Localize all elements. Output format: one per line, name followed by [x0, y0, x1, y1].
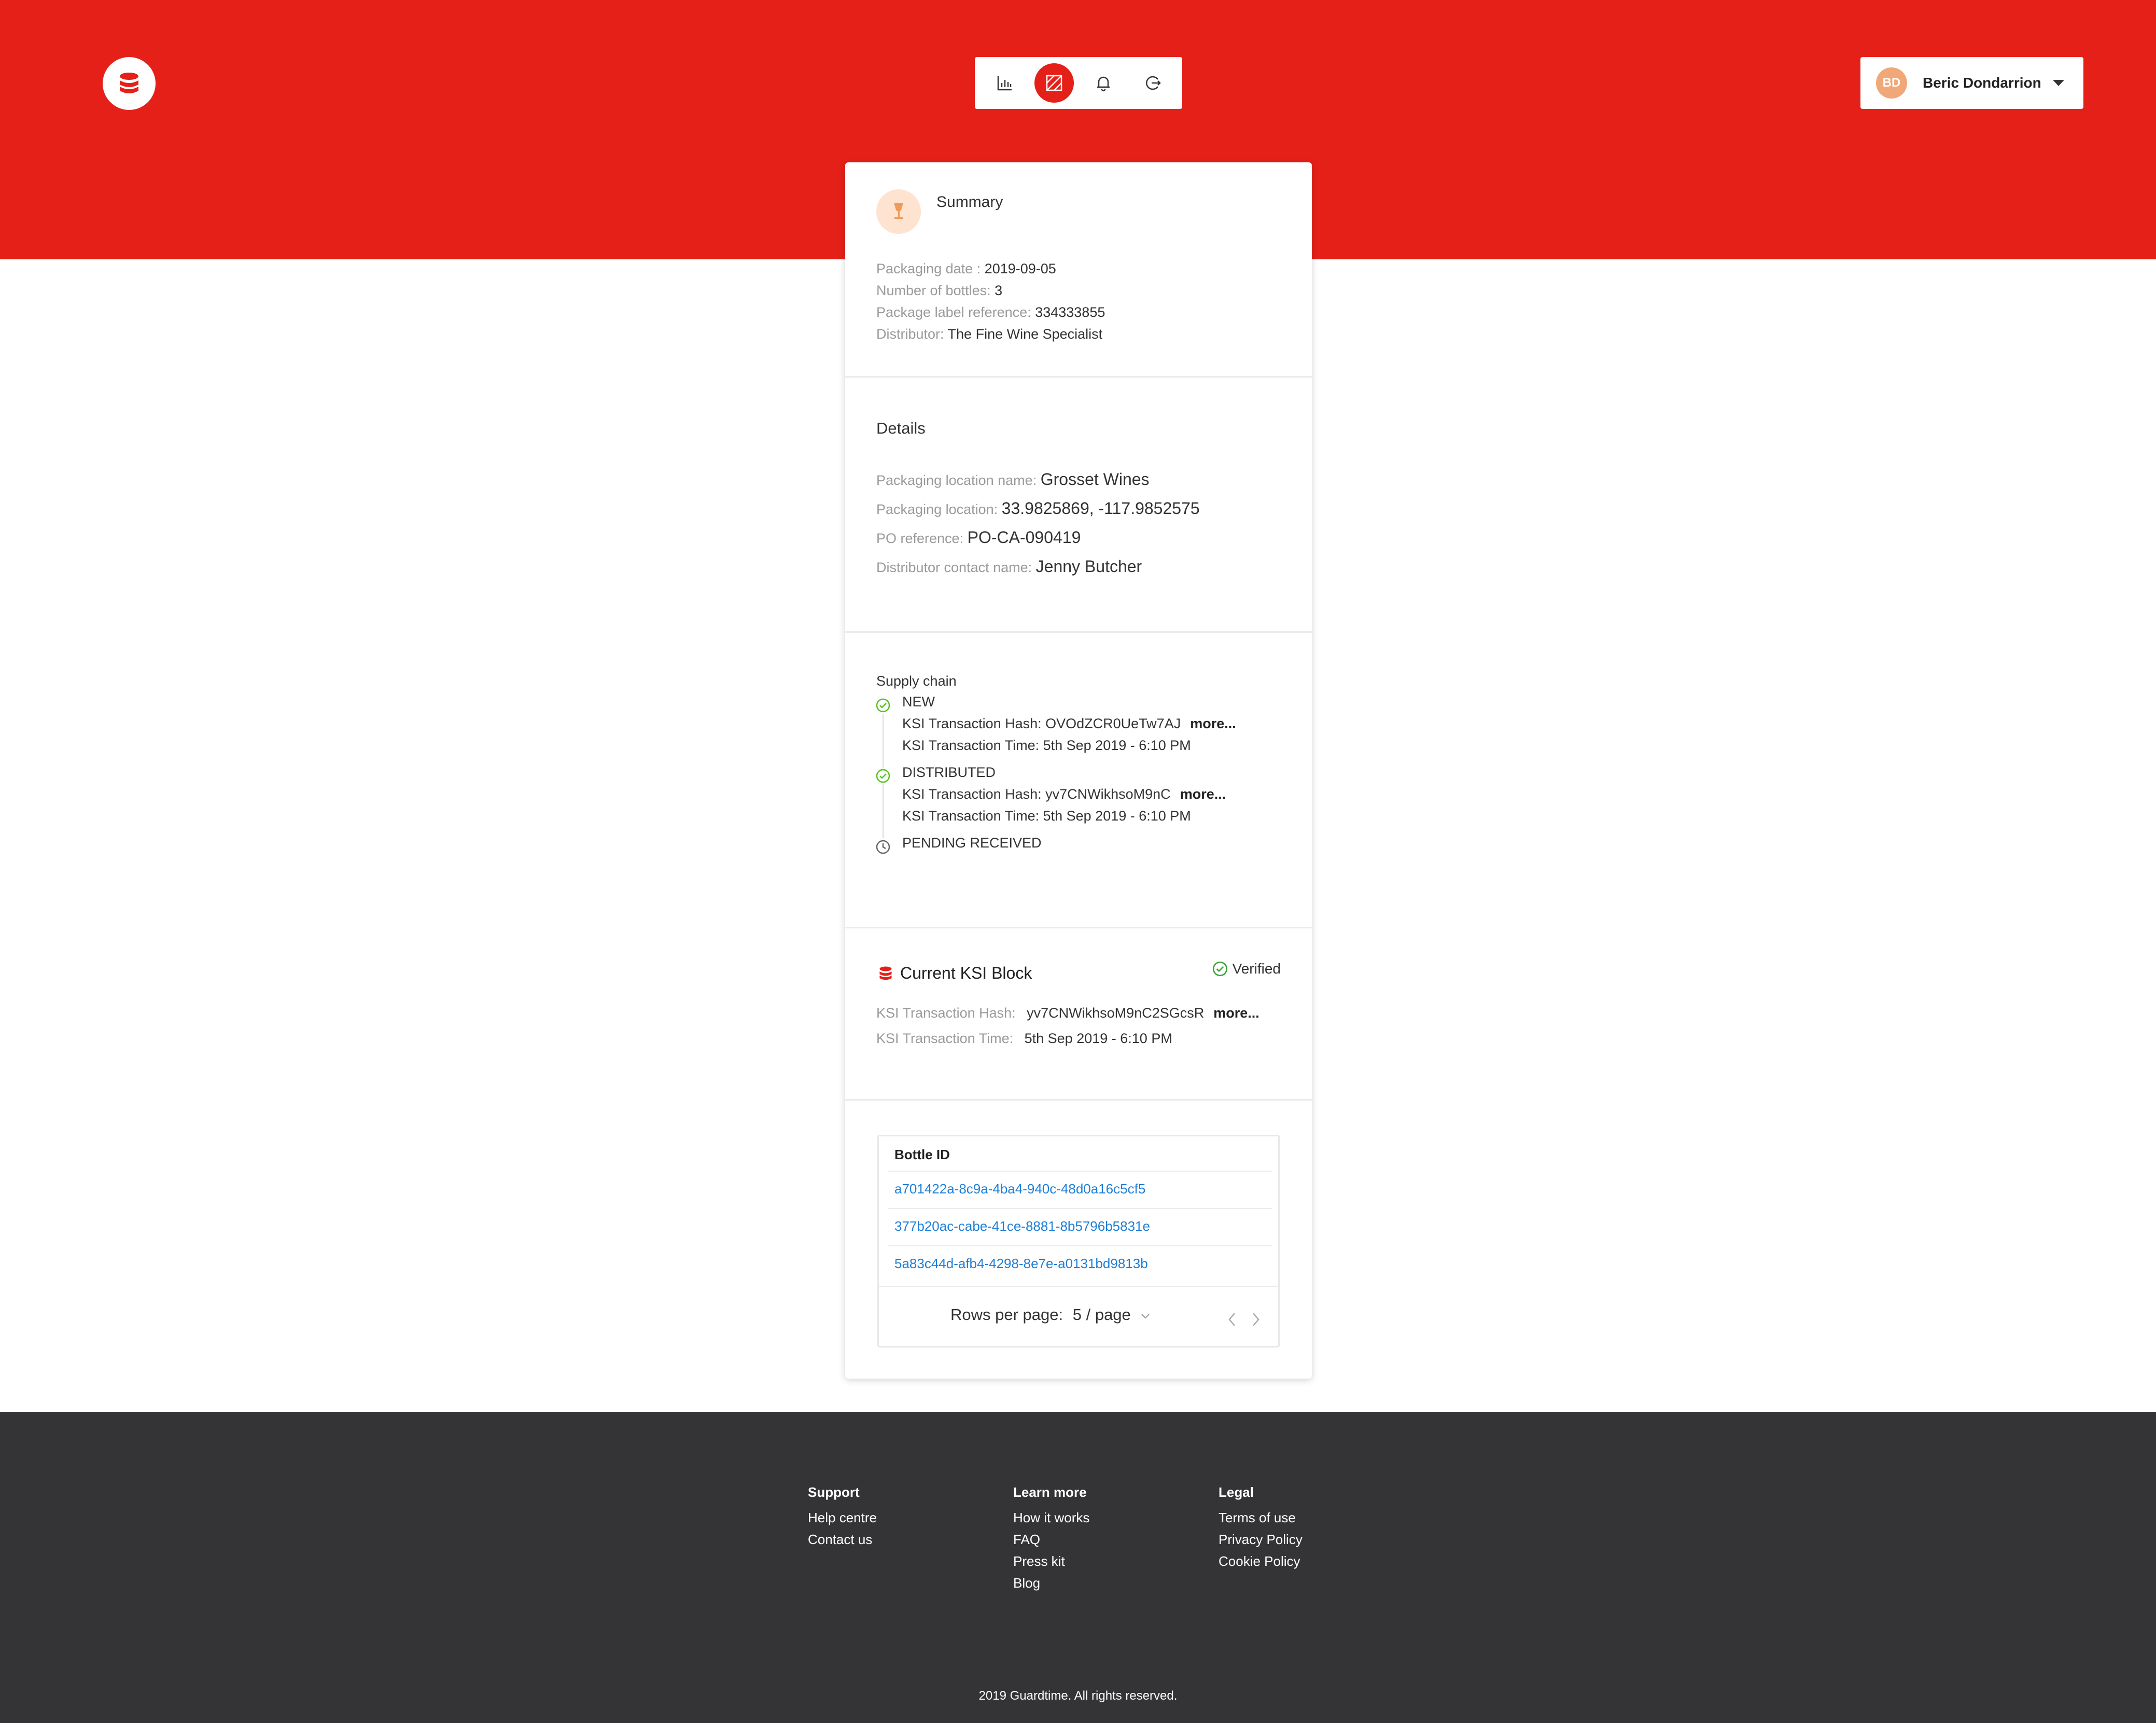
clock-icon [876, 840, 890, 854]
analytics-icon [997, 76, 1012, 91]
timeline-connector [883, 714, 884, 768]
step-hash-row: KSI Transaction Hash: yv7CNWikhsoM9nC mor… [902, 786, 1226, 802]
bottle-id-link[interactable]: a701422a-8c9a-4ba4-940c-48d0a16c5cf5 [894, 1181, 1145, 1197]
user-menu-dropdown[interactable]: BD Beric Dondarrion [1860, 57, 2083, 109]
step-status: NEW [902, 694, 935, 710]
supply-chain-title: Supply chain [876, 673, 957, 689]
rows-per-page-select[interactable]: Rows per page: 5 / page [950, 1305, 1151, 1324]
step-time: KSI Transaction Time: 5th Sep 2019 - 6:1… [902, 738, 1191, 753]
ksi-hash-row: KSI Transaction Hash: yv7CNWikhsoM9nC2SG… [876, 1005, 1259, 1021]
step-hash-row: KSI Transaction Hash: OVOdZCR0UeTw7AJ mor… [902, 716, 1236, 731]
table-pagination: Rows per page: 5 / page [879, 1286, 1278, 1344]
nav-notifications-button[interactable] [1084, 63, 1123, 103]
summary-section: Summary Packaging date : 2019-09-05 Numb… [845, 162, 1312, 378]
check-circle-icon [876, 769, 890, 783]
caret-down-icon [2052, 80, 2064, 86]
check-circle-icon [876, 698, 890, 713]
user-name: Beric Dondarrion [1923, 75, 2041, 91]
footer-link[interactable]: Terms of use [1219, 1507, 1303, 1529]
verified-badge: Verified [1212, 961, 1281, 977]
step-status: DISTRIBUTED [902, 765, 996, 780]
bottle-id-link[interactable]: 5a83c44d-afb4-4298-8e7e-a0131bd9813b [894, 1256, 1148, 1272]
package-icon [1046, 75, 1062, 91]
nav-analytics-button[interactable] [985, 63, 1025, 103]
ksi-logo-icon [879, 966, 892, 980]
details-section: Details Packaging location name: Grosset… [845, 378, 1312, 633]
logout-icon [1145, 76, 1161, 90]
footer-column-legal: Legal Terms of use Privacy Policy Cookie… [1219, 1484, 1303, 1572]
nav-logout-button[interactable] [1133, 63, 1172, 103]
ksi-time-row: KSI Transaction Time: 5th Sep 2019 - 6:1… [876, 1031, 1172, 1046]
footer-column-support: Support Help centre Contact us [808, 1484, 877, 1550]
more-link[interactable]: more... [1190, 716, 1236, 731]
summary-title: Summary [936, 193, 1003, 211]
table-row[interactable]: 5a83c44d-afb4-4298-8e7e-a0131bd9813b [888, 1245, 1272, 1283]
notification-icon [1097, 76, 1110, 92]
distributor-contact-row: Distributor contact name: Jenny Butcher [876, 557, 1142, 576]
timeline-connector [883, 784, 884, 838]
ksi-block-title: Current KSI Block [876, 964, 1032, 983]
packaging-date-row: Packaging date : 2019-09-05 [876, 261, 1056, 276]
more-link[interactable]: more... [1213, 1005, 1259, 1021]
footer-link[interactable]: Help centre [808, 1507, 877, 1529]
distributor-row: Distributor: The Fine Wine Specialist [876, 326, 1103, 342]
bottle-id-table: Bottle ID a701422a-8c9a-4ba4-940c-48d0a1… [877, 1135, 1280, 1347]
supply-chain-section: Supply chain NEW KSI Transaction Hash: O… [845, 633, 1312, 928]
more-link[interactable]: more... [1180, 786, 1226, 802]
main-nav-toolbar [975, 57, 1182, 109]
footer-link[interactable]: Blog [1013, 1572, 1089, 1594]
po-reference-row: PO reference: PO-CA-090419 [876, 528, 1081, 547]
footer-column-learn-more: Learn more How it works FAQ Press kit Bl… [1013, 1484, 1089, 1594]
copyright-text: 2019 Guardtime. All rights reserved. [978, 1689, 1178, 1703]
bottle-id-link[interactable]: 377b20ac-cabe-41ce-8881-8b5796b5831e [894, 1218, 1150, 1234]
label-reference-row: Package label reference: 334333855 [876, 304, 1105, 320]
chevron-down-icon [1141, 1314, 1150, 1319]
ksi-block-section: Current KSI Block Verified KSI Transacti… [845, 928, 1312, 1101]
logo-icon [120, 73, 138, 93]
footer-heading: Legal [1219, 1484, 1254, 1500]
footer-link[interactable]: Cookie Policy [1219, 1550, 1303, 1572]
footer-link[interactable]: Privacy Policy [1219, 1529, 1303, 1550]
step-status: PENDING RECEIVED [902, 835, 1042, 851]
wine-glass-icon [894, 203, 903, 219]
table-header: Bottle ID [894, 1147, 950, 1162]
footer-heading: Learn more [1013, 1484, 1087, 1500]
table-row[interactable]: a701422a-8c9a-4ba4-940c-48d0a16c5cf5 [888, 1171, 1272, 1208]
footer-link[interactable]: FAQ [1013, 1529, 1089, 1550]
footer-heading: Support [808, 1484, 860, 1500]
footer-link[interactable]: How it works [1013, 1507, 1089, 1529]
step-time: KSI Transaction Time: 5th Sep 2019 - 6:1… [902, 808, 1191, 824]
next-page-icon[interactable] [1251, 1312, 1261, 1327]
page-footer: Support Help centre Contact us Learn mor… [0, 1412, 2156, 1723]
footer-link[interactable]: Press kit [1013, 1550, 1089, 1572]
details-title: Details [876, 419, 926, 437]
location-row: Packaging location: 33.9825869, -117.985… [876, 499, 1200, 518]
table-row[interactable]: 377b20ac-cabe-41ce-8881-8b5796b5831e [888, 1208, 1272, 1245]
avatar: BD [1876, 67, 1907, 99]
summary-icon [876, 189, 921, 234]
previous-page-icon[interactable] [1227, 1312, 1237, 1327]
nav-package-button[interactable] [1034, 63, 1074, 103]
check-circle-icon [1212, 961, 1227, 977]
location-name-row: Packaging location name: Grosset Wines [876, 470, 1150, 489]
guardtime-logo[interactable] [103, 57, 156, 110]
bottle-count-row: Number of bottles: 3 [876, 283, 1003, 298]
footer-link[interactable]: Contact us [808, 1529, 877, 1550]
